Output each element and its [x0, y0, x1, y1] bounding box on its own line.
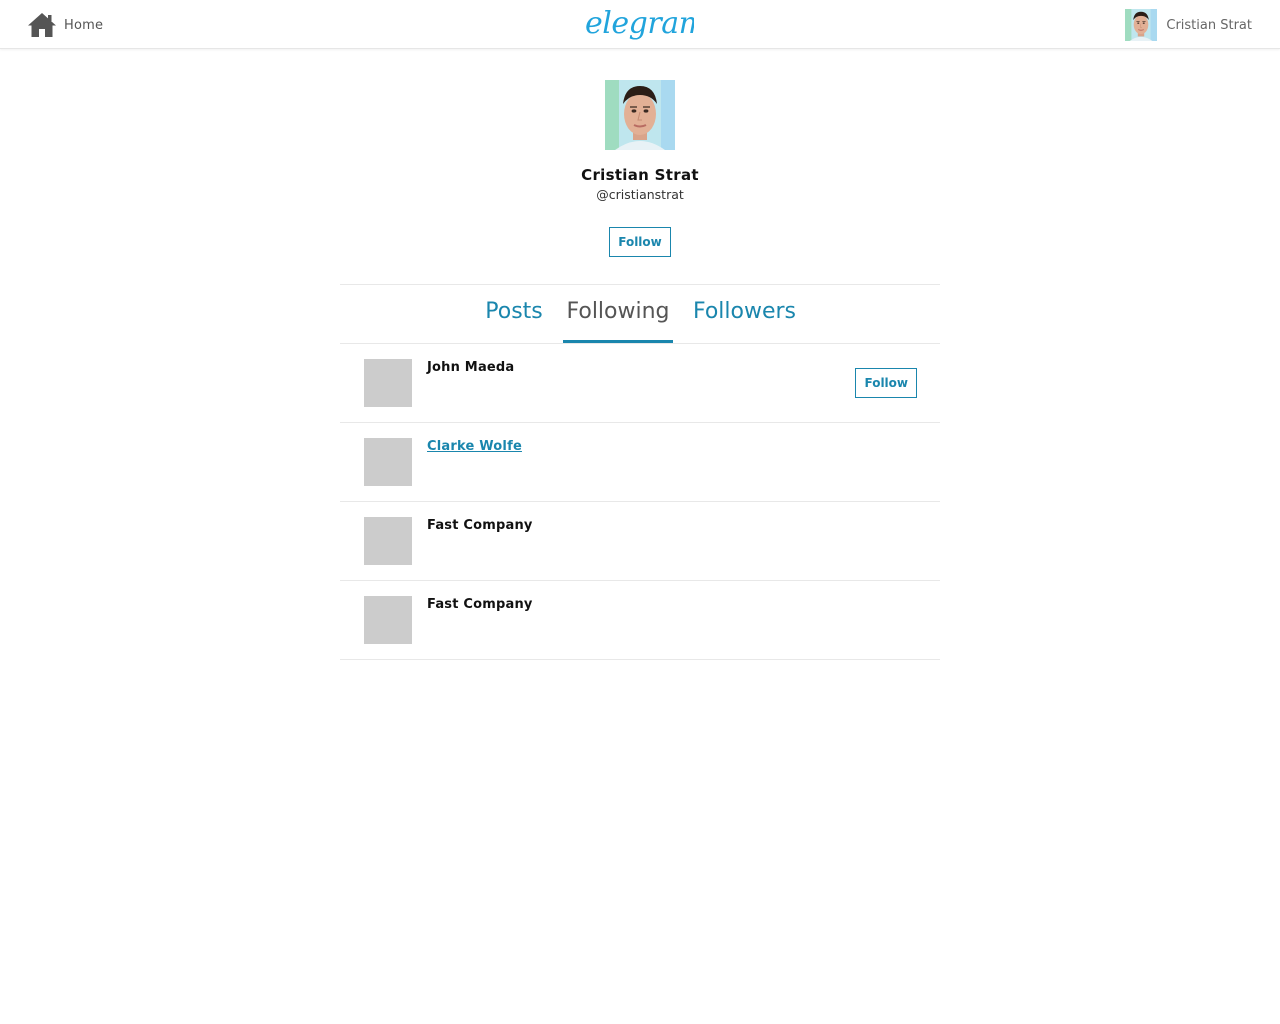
profile-handle: @cristianstrat	[596, 187, 684, 202]
user-avatar-placeholder[interactable]	[364, 517, 412, 565]
user-avatar	[1125, 9, 1158, 41]
profile-avatar	[605, 80, 675, 150]
user-avatar-placeholder[interactable]	[364, 438, 412, 486]
tab-following[interactable]: Following	[563, 285, 673, 343]
current-user-menu[interactable]: Cristian Strat	[1125, 9, 1252, 41]
telegram-logo[interactable]: telegram	[586, 6, 694, 46]
list-item: Fast Company	[340, 502, 940, 581]
user-name-link[interactable]: Clarke Wolfe	[427, 438, 522, 455]
logo-text: telegram	[586, 6, 694, 41]
home-icon	[28, 13, 56, 37]
user-name[interactable]: Fast Company	[427, 517, 533, 534]
tab-followers[interactable]: Followers	[692, 285, 797, 343]
user-name[interactable]: Fast Company	[427, 596, 533, 613]
home-label: Home	[64, 17, 104, 33]
follow-button[interactable]: Follow	[855, 368, 917, 398]
current-user-name: Cristian Strat	[1166, 17, 1252, 33]
list-item: John Maeda Follow	[340, 344, 940, 423]
profile-tabs: Posts Following Followers	[340, 284, 940, 344]
profile-header: Cristian Strat @cristianstrat Follow	[340, 80, 940, 257]
following-list: John Maeda Follow Clarke Wolfe Fast Comp…	[340, 344, 940, 660]
list-item: Clarke Wolfe	[340, 423, 940, 502]
profile-name: Cristian Strat	[581, 166, 699, 184]
top-navigation-bar: Home telegram Cristian Strat	[0, 0, 1280, 49]
tab-posts[interactable]: Posts	[481, 285, 547, 343]
user-avatar-placeholder[interactable]	[364, 359, 412, 407]
profile-follow-button[interactable]: Follow	[609, 227, 671, 257]
user-name[interactable]: John Maeda	[427, 359, 514, 376]
home-link[interactable]: Home	[27, 11, 103, 39]
user-avatar-placeholder[interactable]	[364, 596, 412, 644]
list-item: Fast Company	[340, 581, 940, 660]
